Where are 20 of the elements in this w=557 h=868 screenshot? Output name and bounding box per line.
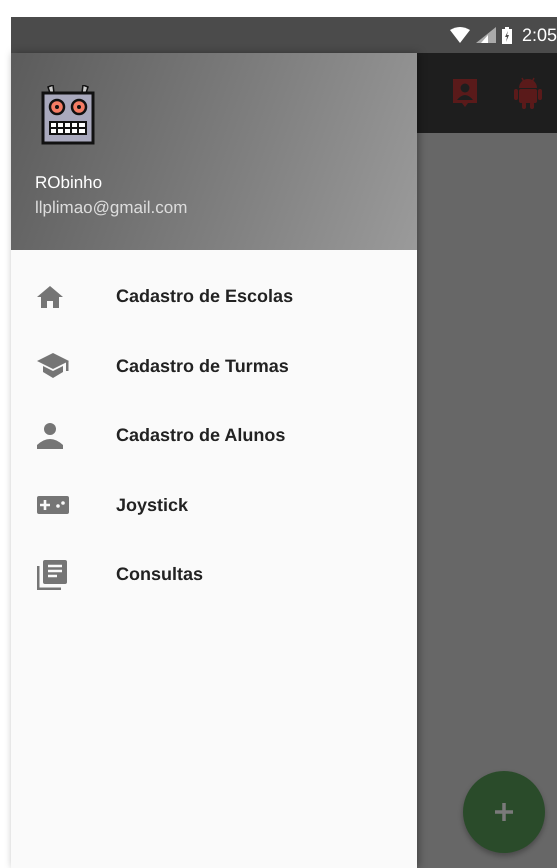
clock-time: 2:05 [522, 24, 557, 46]
user-email: llplimao@gmail.com [35, 197, 188, 219]
person-icon [37, 422, 63, 449]
wifi-icon [450, 27, 470, 43]
battery-icon [502, 26, 512, 44]
menu-item[interactable]: Joystick [11, 470, 417, 540]
menu-item[interactable]: Cadastro de Escolas [11, 262, 417, 332]
home-icon [37, 286, 63, 308]
user-name: RObinho [35, 172, 104, 194]
graduation-cap-icon [37, 353, 69, 380]
menu-item[interactable]: Cadastro de Turmas [11, 332, 417, 401]
contact-icon[interactable] [451, 77, 479, 109]
robot-icon [41, 85, 95, 145]
menu-item[interactable]: Cadastro de Alunos [11, 401, 417, 470]
signal-icon [476, 27, 496, 43]
menu-item[interactable]: Consultas [11, 540, 417, 610]
android-icon[interactable] [513, 76, 543, 110]
library-books-icon [37, 560, 67, 590]
plus-icon [495, 803, 513, 821]
gamepad-icon [37, 496, 69, 514]
